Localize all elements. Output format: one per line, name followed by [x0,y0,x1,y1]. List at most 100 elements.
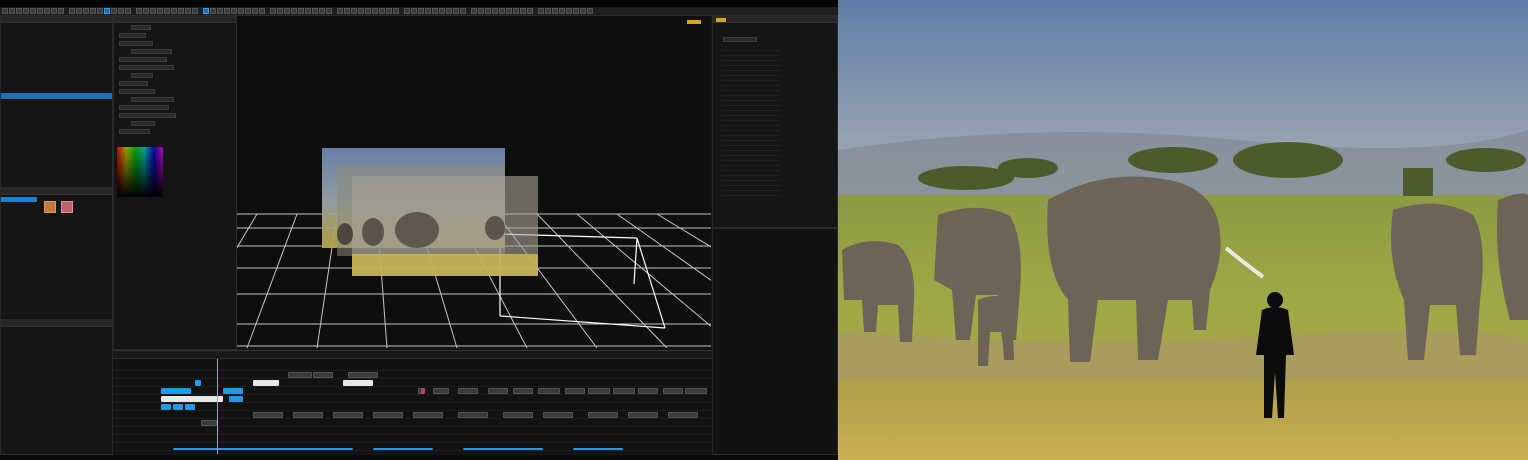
toolbar-button[interactable] [545,8,551,14]
property-field[interactable] [119,56,167,62]
toolbar-button[interactable] [23,8,29,14]
toolbar-button[interactable] [44,8,50,14]
property-field[interactable] [119,32,146,38]
property-field[interactable] [131,48,172,54]
toolbar-button[interactable] [270,8,276,14]
toolbar-button[interactable] [16,8,22,14]
toolbar-button[interactable] [580,8,586,14]
timeline-clip[interactable] [685,388,707,394]
toolbar-button[interactable] [418,8,424,14]
property-field[interactable] [119,64,174,70]
list-item[interactable] [721,191,781,196]
selected-asset-bar[interactable] [1,197,37,202]
right-tab-1[interactable] [716,17,726,22]
property-field[interactable] [119,80,148,86]
toolbar-button[interactable] [365,8,371,14]
timeline-track[interactable] [113,403,712,411]
toolbar-button[interactable] [319,8,325,14]
timeline-clip[interactable] [161,388,191,394]
toolbar-button[interactable] [552,8,558,14]
property-field[interactable] [131,96,174,102]
timeline-clip[interactable] [253,412,283,418]
timeline-track[interactable] [113,443,712,451]
toolbar-button[interactable] [259,8,265,14]
timeline-clip[interactable] [343,380,373,386]
timeline-clip[interactable] [588,388,610,394]
timeline-clip[interactable] [195,380,201,386]
timeline-clip[interactable] [373,412,403,418]
toolbar-button[interactable] [425,8,431,14]
toolbar-button[interactable] [520,8,526,14]
3d-viewport[interactable] [237,16,711,348]
toolbar-button[interactable] [326,8,332,14]
toolbar-button[interactable] [51,8,57,14]
timeline-clip[interactable] [161,396,223,402]
toolbar-button[interactable] [379,8,385,14]
timeline-clip[interactable] [503,412,533,418]
timeline-track[interactable] [113,435,712,443]
timeline-clip[interactable] [229,396,243,402]
timeline-clip[interactable] [333,412,363,418]
toolbar-button[interactable] [386,8,392,14]
toolbar-button[interactable] [238,8,244,14]
toolbar-button[interactable] [157,8,163,14]
toolbar-button[interactable] [471,8,477,14]
timeline-clip[interactable] [421,388,425,394]
scene-tree[interactable] [1,23,112,165]
toolbar-button[interactable] [136,8,142,14]
property-field[interactable] [119,128,150,134]
timeline-clip[interactable] [663,388,683,394]
toolbar-button[interactable] [351,8,357,14]
toolbar-button[interactable] [104,8,110,14]
timeline-clip[interactable] [201,420,217,426]
timeline-clip[interactable] [173,448,353,450]
timeline-track[interactable] [113,411,712,419]
timeline-track[interactable] [113,427,712,435]
toolbar-button[interactable] [203,8,209,14]
timeline-clip[interactable] [458,388,478,394]
toolbar-button[interactable] [30,8,36,14]
timeline-track[interactable] [113,379,712,387]
property-field[interactable] [119,112,176,118]
toolbar-button[interactable] [358,8,364,14]
timeline-clip[interactable] [413,412,443,418]
timeline-track[interactable] [113,363,712,371]
toolbar-button[interactable] [372,8,378,14]
toolbar-button[interactable] [97,8,103,14]
timeline-track[interactable] [113,395,712,403]
toolbar-button[interactable] [192,8,198,14]
toolbar-button[interactable] [150,8,156,14]
toolbar-button[interactable] [284,8,290,14]
property-field[interactable] [131,72,153,78]
timeline-clip[interactable] [573,448,623,450]
timeline-clip[interactable] [313,372,333,378]
toolbar-button[interactable] [58,8,64,14]
toolbar-button[interactable] [125,8,131,14]
toolbar-button[interactable] [69,8,75,14]
toolbar-button[interactable] [538,8,544,14]
timeline-clip[interactable] [288,372,312,378]
toolbar-button[interactable] [312,8,318,14]
toolbar-button[interactable] [164,8,170,14]
timeline-clip[interactable] [638,388,658,394]
timeline-clip[interactable] [161,404,171,410]
timeline-clip[interactable] [628,412,658,418]
color-grid[interactable] [117,147,163,197]
timeline[interactable] [113,350,712,454]
timeline-clip[interactable] [565,388,585,394]
timeline-track[interactable] [113,387,712,395]
toolbar-button[interactable] [305,8,311,14]
timeline-ruler[interactable] [113,351,712,359]
toolbar-button[interactable] [432,8,438,14]
toolbar-button[interactable] [460,8,466,14]
timeline-clip[interactable] [543,412,573,418]
toolbar-button[interactable] [527,8,533,14]
toolbar-button[interactable] [513,8,519,14]
toolbar-button[interactable] [277,8,283,14]
toolbar-button[interactable] [478,8,484,14]
asset-thumb-2[interactable] [61,201,73,213]
toolbar-button[interactable] [453,8,459,14]
toolbar-button[interactable] [404,8,410,14]
toolbar-button[interactable] [83,8,89,14]
timeline-track[interactable] [113,419,712,427]
